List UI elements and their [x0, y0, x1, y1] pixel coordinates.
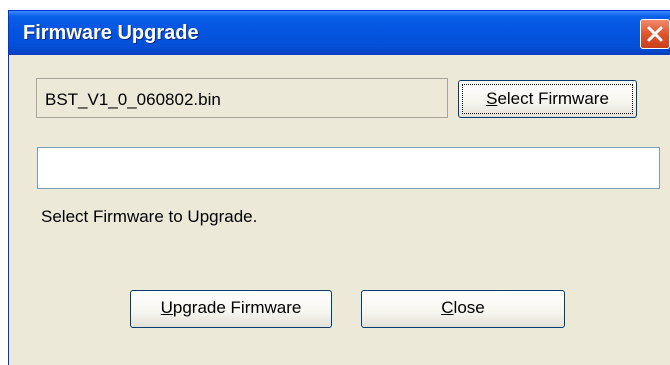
title-bar[interactable]: Firmware Upgrade — [9, 11, 670, 55]
status-text: Select Firmware to Upgrade. — [41, 207, 258, 226]
close-window-button[interactable] — [640, 19, 670, 49]
upgrade-progress-bar — [37, 147, 660, 189]
select-firmware-button[interactable]: Select Firmware — [458, 80, 637, 118]
select-firmware-label: Select Firmware — [486, 89, 609, 108]
upgrade-firmware-button[interactable]: Upgrade Firmware — [130, 290, 332, 328]
window-title: Firmware Upgrade — [23, 22, 199, 44]
close-button[interactable]: Close — [361, 290, 565, 328]
firmware-upgrade-dialog: Firmware Upgrade BST_V1_0_060802.bin Sel… — [8, 10, 670, 365]
upgrade-firmware-label: Upgrade Firmware — [160, 298, 302, 317]
firmware-file-name: BST_V1_0_060802.bin — [45, 90, 221, 109]
close-label: Close — [441, 298, 485, 317]
firmware-file-display: BST_V1_0_060802.bin — [36, 78, 448, 118]
close-icon — [647, 26, 663, 42]
